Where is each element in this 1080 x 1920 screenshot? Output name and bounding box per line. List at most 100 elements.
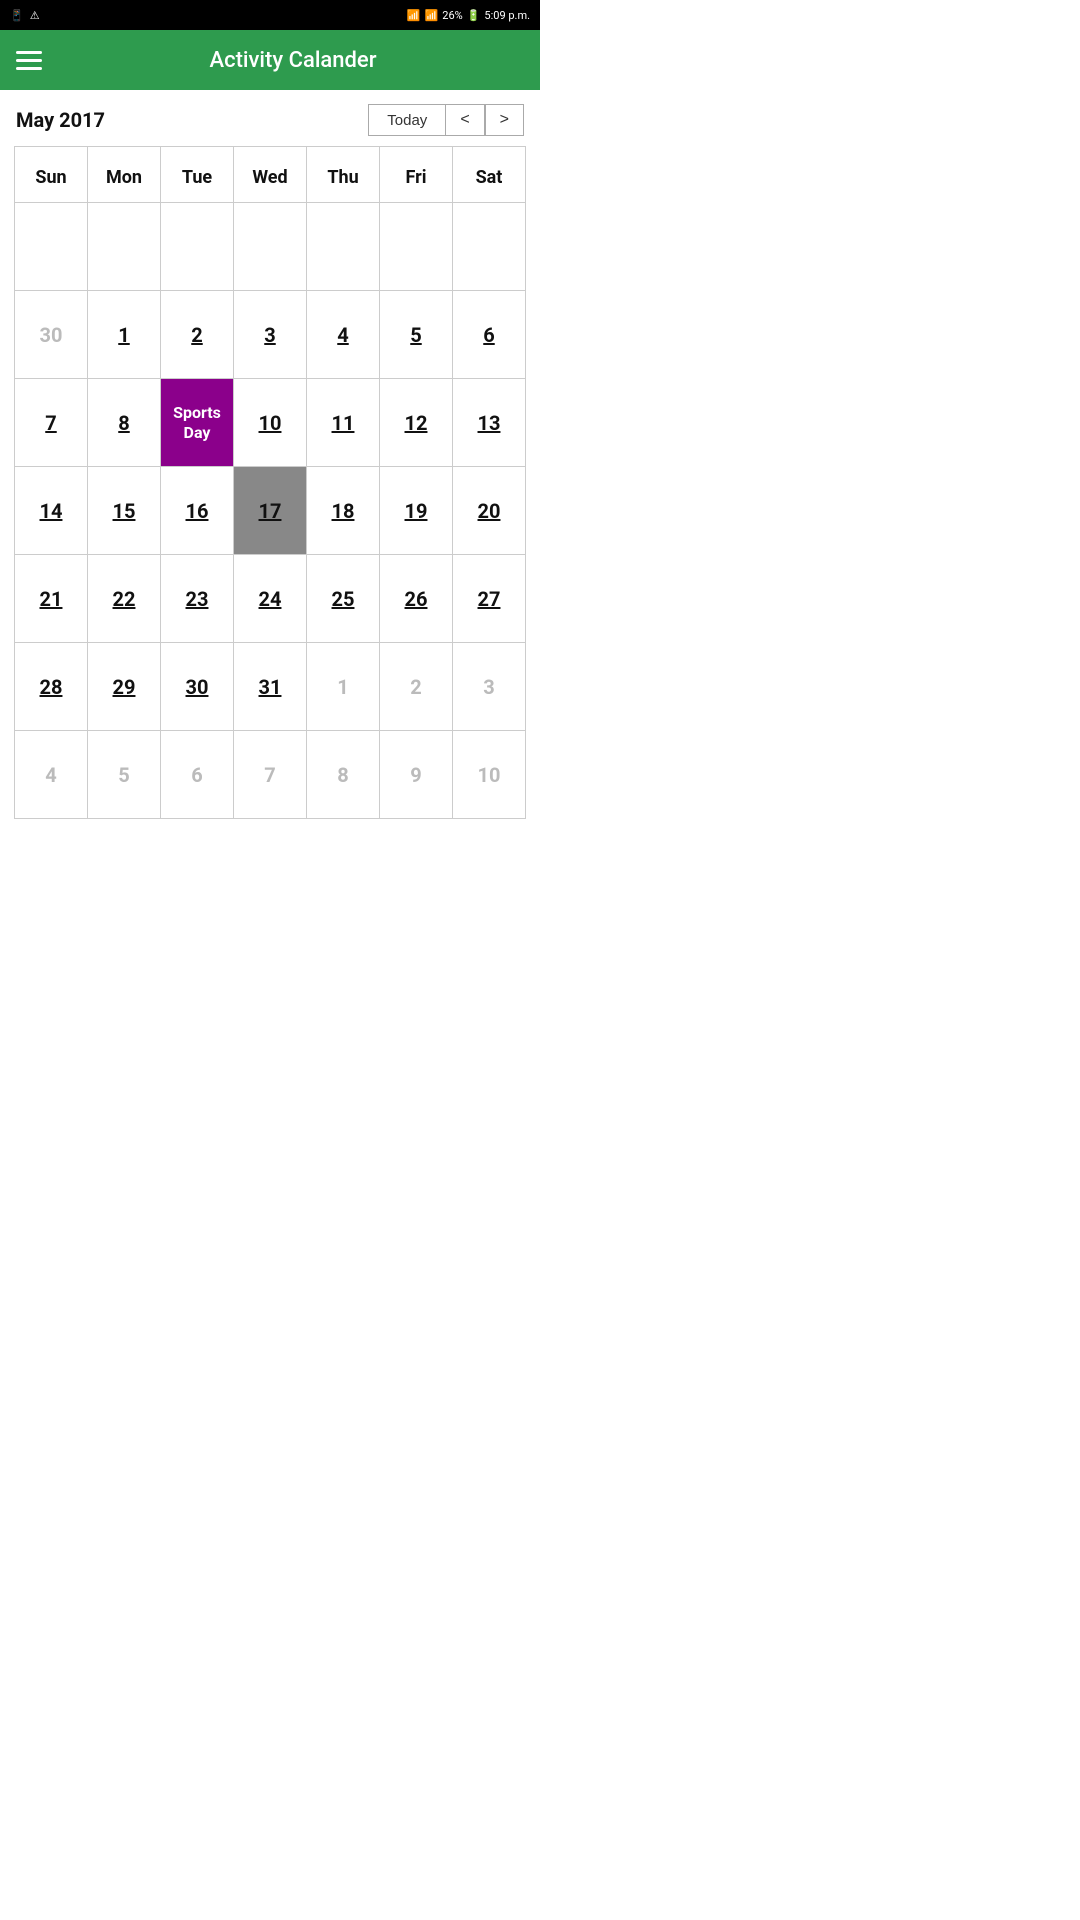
calendar-cell[interactable]: 29 [88,643,161,731]
date-cell[interactable]: 7 [15,379,87,466]
calendar-cell[interactable]: 8 [88,379,161,467]
date-cell[interactable]: 1 [88,291,160,378]
other-month-cell[interactable]: 6 [161,731,233,818]
calendar-cell[interactable]: 25 [307,555,380,643]
calendar-cell[interactable]: 12 [380,379,453,467]
date-cell[interactable]: 25 [307,555,379,642]
other-month-cell[interactable]: 5 [88,731,160,818]
other-month-cell[interactable]: 2 [380,643,452,730]
calendar-cell[interactable]: 16 [161,467,234,555]
calendar-cell[interactable]: 19 [380,467,453,555]
date-cell[interactable]: 31 [234,643,306,730]
calendar-cell[interactable]: 10 [453,731,526,819]
calendar-cell[interactable]: 30 [15,291,88,379]
header-sat: Sat [453,147,526,203]
calendar-cell[interactable]: 2 [161,291,234,379]
calendar-cell[interactable]: 14 [15,467,88,555]
header-thu: Thu [307,147,380,203]
calendar-cell[interactable]: 6 [161,731,234,819]
other-month-cell[interactable]: 4 [15,731,87,818]
calendar-cell[interactable]: 20 [453,467,526,555]
calendar-cell[interactable]: 10 [234,379,307,467]
calendar-cell[interactable] [307,203,380,291]
calendar-cell[interactable]: 1 [307,643,380,731]
date-cell[interactable]: 18 [307,467,379,554]
calendar-cell[interactable]: 21 [15,555,88,643]
other-month-cell[interactable]: 7 [234,731,306,818]
calendar-cell[interactable]: 5 [380,291,453,379]
date-cell[interactable]: 11 [307,379,379,466]
date-cell[interactable]: 23 [161,555,233,642]
calendar-cell[interactable]: 13 [453,379,526,467]
calendar-cell[interactable]: Sports Day [161,379,234,467]
prev-month-button[interactable]: < [445,104,484,136]
calendar-cell[interactable]: 17 [234,467,307,555]
calendar-cell[interactable]: 27 [453,555,526,643]
calendar-cell[interactable]: 1 [88,291,161,379]
calendar-cell[interactable] [15,203,88,291]
calendar-cell[interactable]: 8 [307,731,380,819]
calendar-week-row: 28293031123 [15,643,526,731]
other-month-cell[interactable]: 1 [307,643,379,730]
calendar-cell[interactable]: 11 [307,379,380,467]
calendar-cell[interactable]: 31 [234,643,307,731]
calendar-cell[interactable]: 5 [88,731,161,819]
other-month-cell[interactable]: 30 [15,291,87,378]
date-cell[interactable]: 3 [234,291,306,378]
date-cell[interactable]: 4 [307,291,379,378]
calendar-cell[interactable] [161,203,234,291]
calendar-cell[interactable] [380,203,453,291]
calendar-cell[interactable]: 4 [307,291,380,379]
date-cell[interactable]: 8 [88,379,160,466]
calendar-cell[interactable]: 7 [234,731,307,819]
date-cell[interactable]: 14 [15,467,87,554]
calendar-cell[interactable]: 6 [453,291,526,379]
date-cell[interactable]: 2 [161,291,233,378]
calendar-cell[interactable]: 23 [161,555,234,643]
date-cell[interactable]: 19 [380,467,452,554]
calendar-cell[interactable] [234,203,307,291]
other-month-cell[interactable]: 8 [307,731,379,818]
date-cell[interactable]: 29 [88,643,160,730]
calendar-cell[interactable]: 9 [380,731,453,819]
date-cell[interactable]: 16 [161,467,233,554]
date-cell[interactable]: 15 [88,467,160,554]
calendar-cell[interactable]: 3 [234,291,307,379]
other-month-cell[interactable]: 9 [380,731,452,818]
calendar-cell[interactable] [453,203,526,291]
event-cell-sports-day[interactable]: Sports Day [161,379,233,466]
date-cell[interactable]: 10 [234,379,306,466]
date-cell[interactable]: 6 [453,291,525,378]
calendar-cell[interactable]: 28 [15,643,88,731]
calendar-cell[interactable]: 30 [161,643,234,731]
date-cell[interactable]: 26 [380,555,452,642]
date-cell[interactable]: 28 [15,643,87,730]
calendar-cell[interactable]: 18 [307,467,380,555]
calendar-cell[interactable]: 26 [380,555,453,643]
date-cell[interactable]: 21 [15,555,87,642]
date-cell[interactable]: 22 [88,555,160,642]
date-cell[interactable]: 20 [453,467,525,554]
calendar-cell[interactable]: 15 [88,467,161,555]
empty-cell [234,203,306,290]
date-cell[interactable]: 27 [453,555,525,642]
date-cell[interactable]: 5 [380,291,452,378]
date-cell[interactable]: 12 [380,379,452,466]
date-cell[interactable]: 24 [234,555,306,642]
next-month-button[interactable]: > [485,104,524,136]
calendar-cell[interactable]: 24 [234,555,307,643]
calendar-cell[interactable]: 2 [380,643,453,731]
hamburger-menu-button[interactable] [16,51,42,70]
calendar-cell[interactable]: 7 [15,379,88,467]
date-cell[interactable]: 30 [161,643,233,730]
status-right: 📶 📶 26% 🔋 5:09 p.m. [407,9,530,22]
date-cell[interactable]: 13 [453,379,525,466]
today-button[interactable]: Today [368,104,445,136]
calendar-cell[interactable]: 22 [88,555,161,643]
calendar-cell[interactable]: 4 [15,731,88,819]
other-month-cell[interactable]: 10 [453,731,525,818]
calendar-cell[interactable] [88,203,161,291]
calendar-cell[interactable]: 3 [453,643,526,731]
other-month-cell[interactable]: 3 [453,643,525,730]
today-date-cell[interactable]: 17 [234,467,306,554]
